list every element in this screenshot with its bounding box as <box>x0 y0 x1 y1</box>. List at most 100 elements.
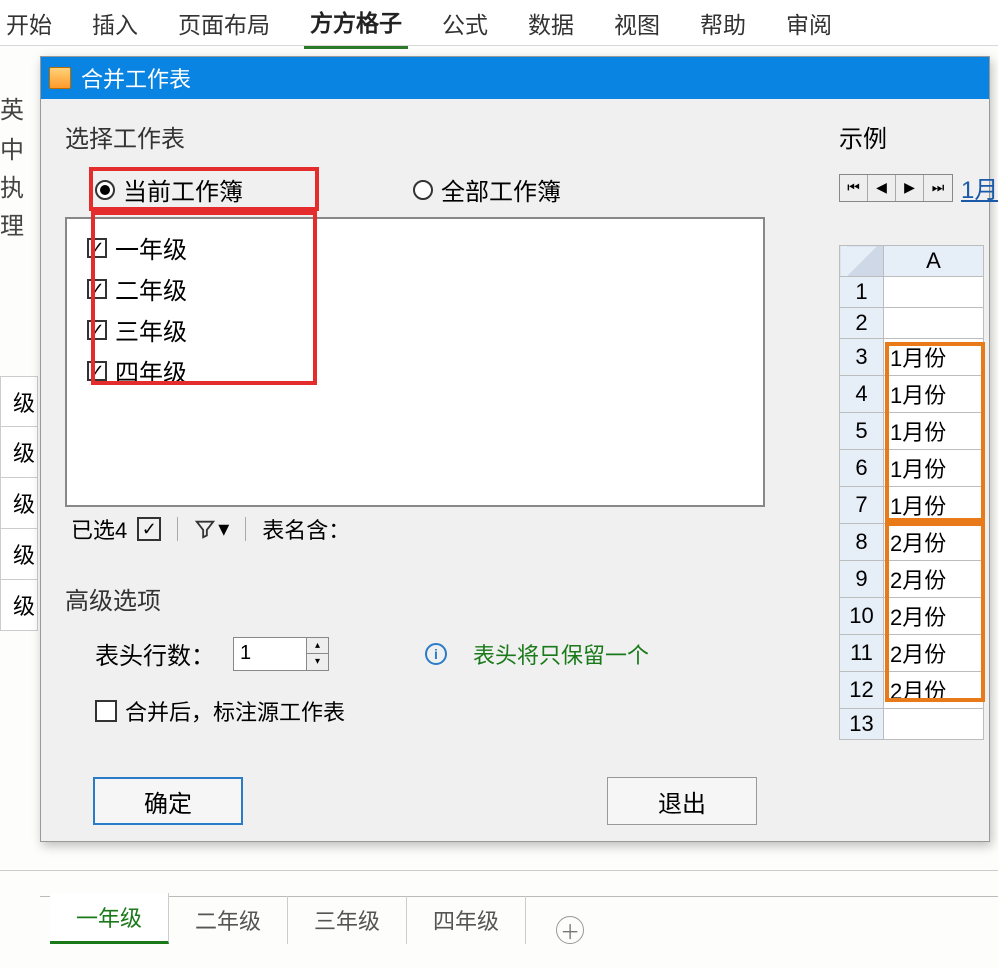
info-icon: i <box>425 643 447 665</box>
row-header[interactable]: 10 <box>840 598 884 635</box>
toggle-all-checkbox[interactable] <box>137 517 161 541</box>
checkbox-icon[interactable] <box>87 320 107 340</box>
row-header[interactable]: 7 <box>840 487 884 524</box>
ribbon-tab-layout[interactable]: 页面布局 <box>172 0 276 48</box>
cell[interactable]: 1月份 <box>884 487 984 524</box>
select-all-corner[interactable] <box>840 246 884 277</box>
sheet-nav-buttons: ⏮ ◀ ▶ ⏭ <box>839 174 953 202</box>
dialog-titlebar[interactable]: 合并工作表 <box>41 57 989 99</box>
app-icon <box>49 67 71 89</box>
row-header[interactable]: 9 <box>840 561 884 598</box>
sheet-tab-3[interactable]: 三年级 <box>288 896 407 944</box>
left-grade-cells: 级 级 级 级 级 <box>0 376 38 631</box>
left-cell[interactable]: 级 <box>0 529 38 580</box>
add-sheet-button[interactable]: ＋ <box>556 916 584 944</box>
chevron-down-icon: ▾ <box>218 516 229 542</box>
ribbon-tab-insert[interactable]: 插入 <box>86 0 144 48</box>
ribbon: 开始 插入 页面布局 方方格子 公式 数据 视图 帮助 审阅 <box>0 0 998 46</box>
cell[interactable] <box>884 709 984 740</box>
left-text-2: 中 <box>0 130 24 165</box>
ribbon-tab-formula[interactable]: 公式 <box>436 0 494 48</box>
separator <box>177 517 178 541</box>
checkbox-icon[interactable] <box>87 361 107 381</box>
row-header[interactable]: 6 <box>840 450 884 487</box>
checkbox-icon[interactable] <box>87 279 107 299</box>
filter-button[interactable]: ▾ <box>194 516 229 542</box>
preview-label: 示例 <box>839 119 998 154</box>
radio-current-workbook[interactable]: 当前工作簿 <box>95 172 243 207</box>
row-header[interactable]: 4 <box>840 376 884 413</box>
dialog-title: 合并工作表 <box>81 62 191 94</box>
row-header[interactable]: 2 <box>840 308 884 339</box>
header-note: 表头将只保留一个 <box>473 638 649 670</box>
checkbox-icon[interactable] <box>87 238 107 258</box>
row-header[interactable]: 13 <box>840 709 884 740</box>
row-header[interactable]: 12 <box>840 672 884 709</box>
preview-sheet-name[interactable]: 1月 <box>961 170 998 205</box>
sheet-list-footer: 已选4 ▾ 表名含： <box>65 513 785 545</box>
sheet-item-3[interactable]: 三年级 <box>87 309 743 350</box>
workbook-sheet-tabs: 一年级 二年级 三年级 四年级 ＋ <box>40 896 998 944</box>
nav-next-icon[interactable]: ▶ <box>896 175 924 201</box>
cancel-button[interactable]: 退出 <box>607 777 757 825</box>
mark-source-label: 合并后，标注源工作表 <box>125 695 345 727</box>
ribbon-tab-review[interactable]: 审阅 <box>780 0 838 48</box>
sheet-tab-4[interactable]: 四年级 <box>407 896 526 944</box>
spinner-up[interactable]: ▴ <box>307 638 328 655</box>
left-text-1: 英 <box>0 90 24 125</box>
col-header-a[interactable]: A <box>884 246 984 277</box>
sheet-item-4[interactable]: 四年级 <box>87 350 743 391</box>
radio-current-label: 当前工作簿 <box>123 172 243 207</box>
left-cell[interactable]: 级 <box>0 478 38 529</box>
row-header[interactable]: 5 <box>840 413 884 450</box>
left-cell[interactable]: 级 <box>0 376 38 427</box>
cell[interactable]: 1月份 <box>884 339 984 376</box>
ribbon-tab-help[interactable]: 帮助 <box>694 0 752 48</box>
row-header[interactable]: 1 <box>840 277 884 308</box>
row-header[interactable]: 8 <box>840 524 884 561</box>
sheet-item-2[interactable]: 二年级 <box>87 268 743 309</box>
left-cell[interactable]: 级 <box>0 427 38 478</box>
cell[interactable]: 2月份 <box>884 561 984 598</box>
filter-label: 表名含： <box>262 513 350 545</box>
radio-all-label: 全部工作簿 <box>441 172 561 207</box>
cell[interactable]: 2月份 <box>884 635 984 672</box>
left-text-4: 理 <box>0 206 24 241</box>
ribbon-tab-start[interactable]: 开始 <box>0 0 58 48</box>
left-cell[interactable]: 级 <box>0 580 38 631</box>
ribbon-tab-view[interactable]: 视图 <box>608 0 666 48</box>
spinner-down[interactable]: ▾ <box>307 654 328 670</box>
ribbon-tab-data[interactable]: 数据 <box>522 0 580 48</box>
header-rows-input[interactable]: 1 ▴ ▾ <box>233 637 329 671</box>
spinner: ▴ ▾ <box>306 638 328 670</box>
merge-sheets-dialog: 合并工作表 选择工作表 当前工作簿 全部工作簿 一年级 二年级 三年级 <box>40 56 990 842</box>
select-sheets-label: 选择工作表 <box>65 119 785 154</box>
left-text-3: 执 <box>0 168 24 203</box>
sheet-name-label: 二年级 <box>115 271 187 306</box>
cell[interactable] <box>884 277 984 308</box>
sheet-item-1[interactable]: 一年级 <box>87 227 743 268</box>
radio-all-workbooks[interactable]: 全部工作簿 <box>413 172 561 207</box>
sheet-tab-2[interactable]: 二年级 <box>169 896 288 944</box>
ok-button[interactable]: 确定 <box>93 777 243 825</box>
advanced-options-group: 高级选项 表头行数： 1 ▴ ▾ i 表头将只保留一个 合并后，标注源工作表 <box>65 581 785 727</box>
cell[interactable]: 1月份 <box>884 413 984 450</box>
nav-first-icon[interactable]: ⏮ <box>840 175 868 201</box>
header-rows-label: 表头行数： <box>95 636 215 671</box>
mark-source-checkbox[interactable] <box>95 700 117 722</box>
cell[interactable]: 1月份 <box>884 450 984 487</box>
cell[interactable]: 2月份 <box>884 598 984 635</box>
header-rows-value: 1 <box>240 642 251 665</box>
row-header[interactable]: 3 <box>840 339 884 376</box>
cell[interactable]: 2月份 <box>884 672 984 709</box>
nav-last-icon[interactable]: ⏭ <box>924 175 952 201</box>
cell[interactable]: 2月份 <box>884 524 984 561</box>
row-header[interactable]: 11 <box>840 635 884 672</box>
ribbon-tab-fangfang[interactable]: 方方格子 <box>304 0 408 49</box>
nav-prev-icon[interactable]: ◀ <box>868 175 896 201</box>
cell[interactable]: 1月份 <box>884 376 984 413</box>
advanced-label: 高级选项 <box>65 581 785 616</box>
filter-input[interactable] <box>360 515 480 543</box>
sheet-tab-1[interactable]: 一年级 <box>50 893 169 944</box>
cell[interactable] <box>884 308 984 339</box>
